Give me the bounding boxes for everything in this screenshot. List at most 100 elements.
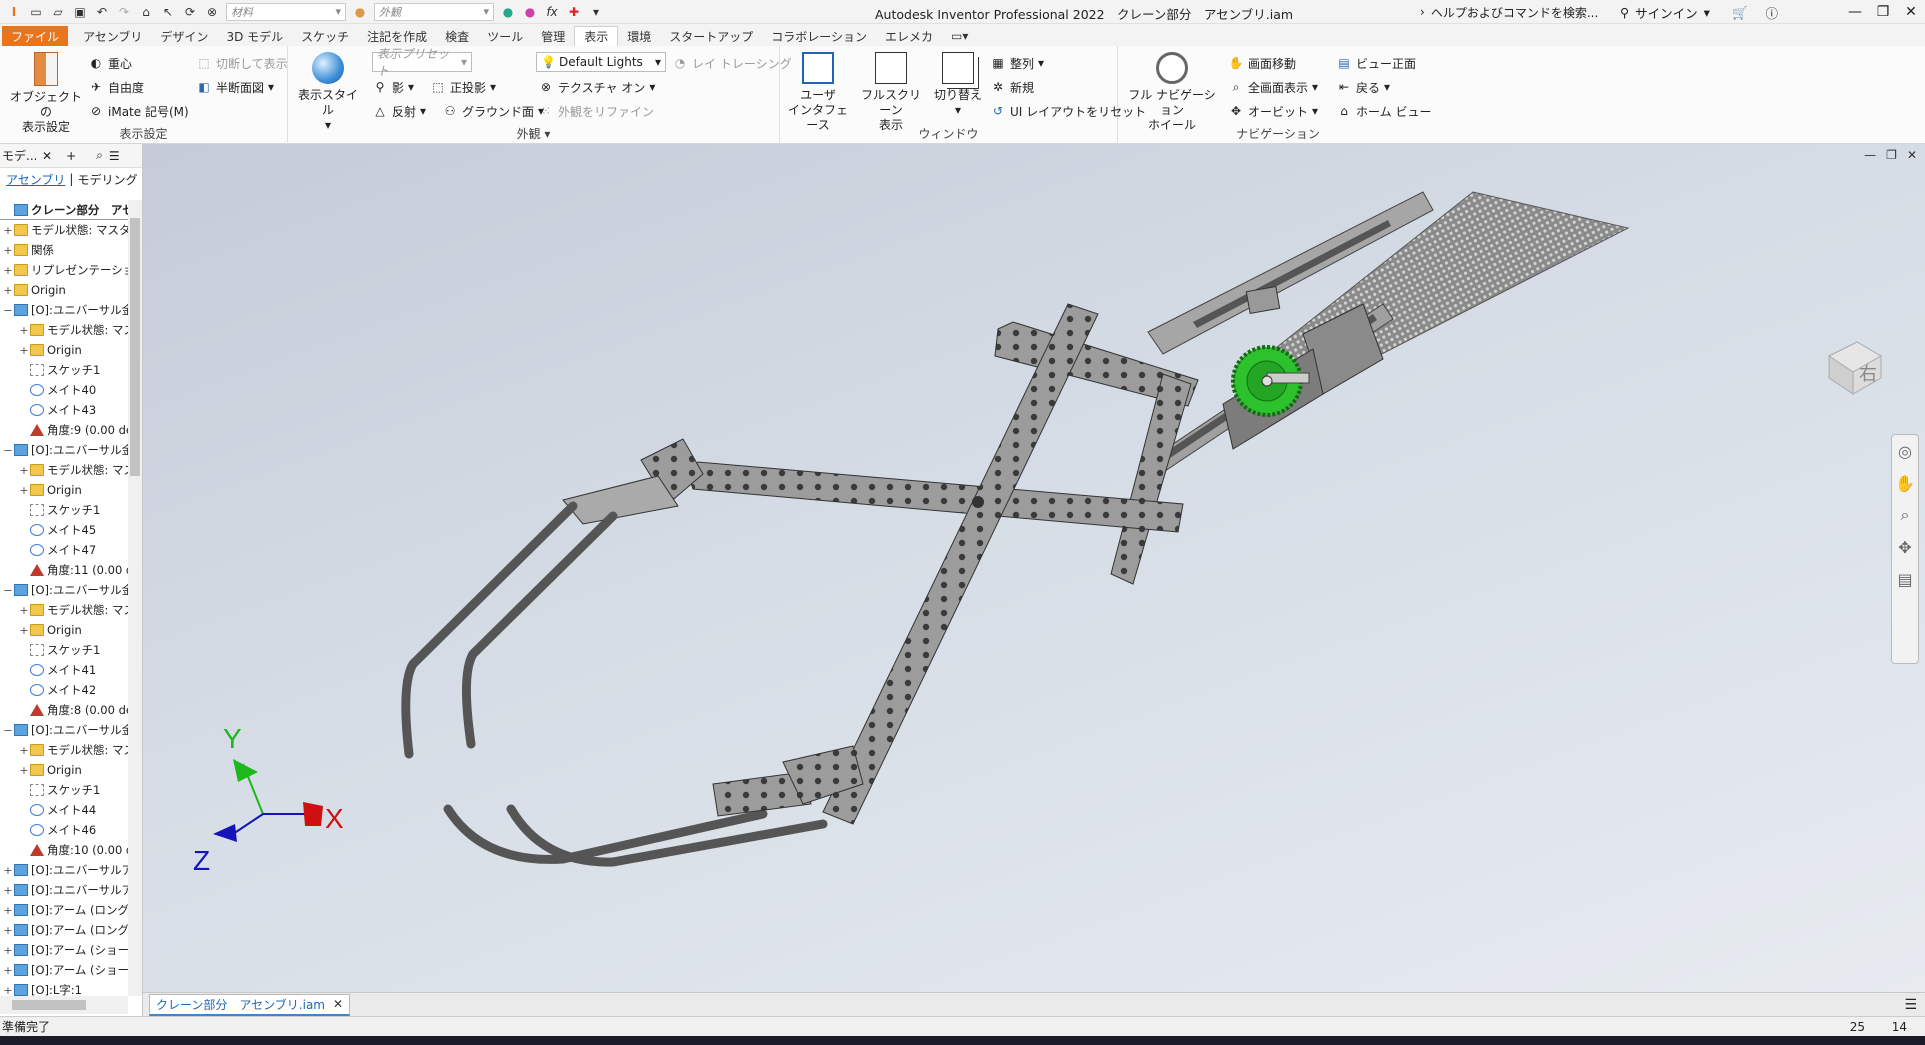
expand-icon[interactable]: + xyxy=(2,964,14,977)
tree-row[interactable]: + Origin xyxy=(0,480,128,500)
zoom-icon[interactable]: ⌕ xyxy=(1892,499,1918,531)
tree-row[interactable]: + モデル状態: マスター xyxy=(0,740,128,760)
tree-row[interactable]: + [O]:アーム (ショート) xyxy=(0,960,128,980)
orthographic-button[interactable]: ⬚ 正投影 ▾ xyxy=(430,76,496,98)
tree-row[interactable]: + [O]:アーム (ロング) xyxy=(0,900,128,920)
doc-menu-icon[interactable]: ☰ xyxy=(1904,997,1917,1013)
tree-row[interactable]: + [O]:ユニバーサルアーム xyxy=(0,860,128,880)
tree-row[interactable]: 角度:11 (0.00 deg) xyxy=(0,560,128,580)
ribbon-extra-icon[interactable]: ▭▾ xyxy=(942,26,977,46)
expand-icon[interactable]: − xyxy=(2,724,14,737)
tree-row[interactable]: スケッチ1 xyxy=(0,640,128,660)
home-icon[interactable]: ⌂ xyxy=(138,4,154,20)
tab-2[interactable]: デザイン xyxy=(151,26,217,46)
left-bracket[interactable] xyxy=(562,438,704,525)
tab-modeling[interactable]: モデリング xyxy=(77,171,137,188)
tree-row[interactable]: − [O]:ユニバーサル金具 xyxy=(0,300,128,320)
expand-icon[interactable]: + xyxy=(18,624,30,637)
dof-button[interactable]: ✈ 自由度 xyxy=(88,76,144,98)
tab-13[interactable]: エレメカ xyxy=(876,26,942,46)
tab-assembly[interactable]: アセンブリ xyxy=(6,171,65,188)
tab-5[interactable]: 注記を作成 xyxy=(358,26,436,46)
view-cube[interactable]: 右 xyxy=(1821,334,1885,398)
object-visibility-button[interactable]: オブジェクトの 表示設定 xyxy=(8,52,84,135)
plus-icon[interactable]: ✚ xyxy=(566,4,582,20)
tree-row[interactable]: + モデル状態: マスター xyxy=(0,600,128,620)
tree-row[interactable]: スケッチ1 xyxy=(0,360,128,380)
home-view-button[interactable]: ⌂ ホーム ビュー xyxy=(1336,100,1431,122)
tab-3[interactable]: 3D モデル xyxy=(217,26,292,46)
cart-icon[interactable]: 🛒 xyxy=(1732,5,1748,21)
preset-combo[interactable]: 表示プリセット ▾ xyxy=(372,47,472,78)
half-section-button[interactable]: ◧ 半断面図 ▾ xyxy=(196,76,274,98)
refine-button[interactable]: ⁙ 外観をリファイン xyxy=(538,100,654,122)
save-icon[interactable]: ▣ xyxy=(72,4,88,20)
expand-icon[interactable]: − xyxy=(2,584,14,597)
expand-icon[interactable]: + xyxy=(2,924,14,937)
doc-tab-assembly[interactable]: クレーン部分 アセンブリ.iam ✕ xyxy=(149,993,351,1016)
signin-button[interactable]: ⚲ サインイン ▾ 🛒 ⓘ xyxy=(1620,3,1778,22)
fx-icon[interactable]: fx xyxy=(544,4,560,20)
fullscreen-button[interactable]: フルスクリーン 表示 xyxy=(856,52,926,133)
tab-12[interactable]: コラボレーション xyxy=(762,26,876,46)
expand-icon[interactable]: + xyxy=(18,604,30,617)
appearance-icon[interactable]: ● xyxy=(352,4,368,20)
add-icon[interactable]: + xyxy=(66,149,76,163)
scroll-thumb[interactable] xyxy=(12,1000,86,1010)
browser-hscrollbar[interactable] xyxy=(0,996,128,1014)
full-nav-wheel-button[interactable]: フル ナビゲーション ホイール xyxy=(1124,52,1220,133)
pan-button[interactable]: ✋ 画面移動 xyxy=(1228,52,1297,74)
tree-row[interactable]: メイト41 xyxy=(0,660,128,680)
tree-row[interactable]: + Origin xyxy=(0,340,128,360)
customize-icon[interactable]: ▾ xyxy=(588,4,604,20)
close-icon[interactable]: ✕ xyxy=(1897,0,1925,24)
tree-row[interactable]: + 関係 xyxy=(0,240,128,260)
hand-icon[interactable]: ✋ xyxy=(1892,467,1918,499)
material-icon[interactable]: ⊗ xyxy=(204,4,220,20)
tree-row[interactable]: + [O]:アーム (ロング) xyxy=(0,920,128,940)
redo-icon[interactable]: ↷ xyxy=(116,4,132,20)
tab-8[interactable]: 管理 xyxy=(532,26,574,46)
expand-icon[interactable]: + xyxy=(18,344,30,357)
ray-tracing-button[interactable]: ◔ レイ トレーシング xyxy=(672,52,792,74)
expand-icon[interactable]: + xyxy=(2,864,14,877)
tree-row[interactable]: スケッチ1 xyxy=(0,780,128,800)
menu-icon[interactable]: ☰ xyxy=(109,149,120,163)
tree-row[interactable]: メイト40 xyxy=(0,380,128,400)
tree-row[interactable]: + リプレゼンテーション xyxy=(0,260,128,280)
orbit-button[interactable]: ✥ オービット ▾ xyxy=(1228,100,1318,122)
graphics-viewport[interactable]: — ❐ ✕ Y X Z 右 ◎ ✋ ⌕ ✥ ▤ xyxy=(143,144,1925,992)
tab-7[interactable]: ツール xyxy=(478,26,532,46)
assembly-model[interactable] xyxy=(143,144,1925,992)
tree-row[interactable]: + モデル状態: マスター xyxy=(0,320,128,340)
help-icon[interactable]: ⓘ xyxy=(1766,3,1779,22)
tree-row[interactable]: + [O]:L字:1 xyxy=(0,980,128,996)
open-icon[interactable]: ▱ xyxy=(50,4,66,20)
appearance-dropdown[interactable]: 外観 ▾ xyxy=(374,2,494,21)
help-search[interactable]: › ヘルプおよびコマンドを検索... xyxy=(1420,2,1610,22)
diagonal-arm[interactable] xyxy=(822,303,1099,825)
view-cube-graphic[interactable]: 右 xyxy=(1821,334,1885,398)
expand-icon[interactable]: + xyxy=(2,944,14,957)
tab-10[interactable]: 環境 xyxy=(618,26,660,46)
show-cut-button[interactable]: ⬚ 切断して表示 xyxy=(196,52,287,74)
scroll-thumb[interactable] xyxy=(130,218,140,476)
tree-row[interactable]: − [O]:ユニバーサル金具 xyxy=(0,580,128,600)
tree-row[interactable]: + [O]:アーム (ショート) xyxy=(0,940,128,960)
shadow-button[interactable]: ⚲ 影 ▾ xyxy=(372,76,414,98)
texture-on-button[interactable]: ⊗ テクスチャ オン ▾ xyxy=(538,76,655,98)
tab-6[interactable]: 検査 xyxy=(436,26,478,46)
tree-row[interactable]: + Origin xyxy=(0,760,128,780)
new-window-button[interactable]: ✲ 新規 xyxy=(990,76,1034,98)
tree-row[interactable]: − [O]:ユニバーサル金具 xyxy=(0,440,128,460)
back-button[interactable]: ⇤ 戻る ▾ xyxy=(1336,76,1390,98)
tree-row[interactable]: + Origin xyxy=(0,280,128,300)
view-face-button[interactable]: ▤ ビュー正面 xyxy=(1336,52,1416,74)
visual-style-button[interactable]: 表示スタイル ▾ xyxy=(296,52,360,133)
restore-icon[interactable]: ❐ xyxy=(1869,0,1897,24)
minimize-icon[interactable]: — xyxy=(1841,0,1869,24)
clear-appearance-icon[interactable]: ● xyxy=(522,4,538,20)
tree-row[interactable]: 角度:8 (0.00 deg) xyxy=(0,700,128,720)
zoom-all-button[interactable]: ⌕ 全画面表示 ▾ xyxy=(1228,76,1318,98)
tab-9[interactable]: 表示 xyxy=(574,26,619,46)
